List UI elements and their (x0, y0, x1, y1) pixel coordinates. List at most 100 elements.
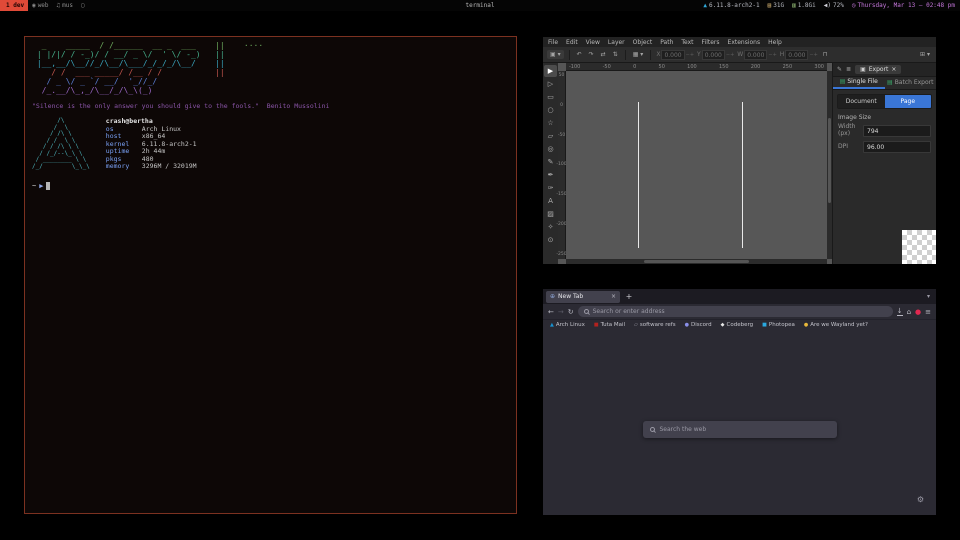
canvas-horizontal-scrollbar[interactable] (566, 259, 827, 264)
address-bar[interactable]: Search or enter address (578, 306, 893, 317)
bookmark-item[interactable]: ●Are we Wayland yet? (804, 322, 868, 328)
list-all-tabs-icon[interactable]: ▾ (927, 293, 933, 300)
bookmark-item[interactable]: ■Photopea (762, 322, 795, 328)
menu-item[interactable]: Object (633, 39, 653, 46)
bookmark-item[interactable]: ■Tuta Mail (594, 322, 625, 328)
inkscape-tool-icon[interactable]: ✧ (544, 221, 557, 233)
tab-close-icon[interactable]: × (611, 293, 616, 300)
rotate-cw-icon[interactable]: ↷ (587, 51, 596, 58)
inkscape-tool-icon[interactable]: ◎ (544, 143, 557, 155)
lock-ratio-icon[interactable]: ⊓ (821, 51, 830, 58)
inkscape-tool-icon[interactable]: ▭ (544, 91, 557, 103)
workspace-button[interactable]: ▢ (77, 0, 91, 11)
web-search-input[interactable]: Search the web (643, 421, 837, 438)
drawing-canvas[interactable] (566, 71, 827, 259)
scrollbar-thumb[interactable] (644, 260, 748, 263)
horizontal-ruler: -100-50050100150200250300 (566, 63, 827, 71)
forward-button[interactable]: → (558, 308, 564, 316)
dpi-input[interactable]: 96.00 (863, 141, 931, 153)
inkscape-tool-icon[interactable]: ☆ (544, 117, 557, 129)
screen-share-indicator-icon[interactable]: ● (915, 308, 921, 316)
snap-controls-dropdown[interactable]: ⊞ ▾ (918, 51, 932, 58)
inkscape-tool-icon[interactable]: ▶ (544, 65, 557, 77)
field-value[interactable]: 0.000 (702, 50, 725, 60)
back-button[interactable]: ← (548, 308, 554, 316)
prompt-path: ~ (32, 182, 36, 190)
inkscape-tool-icon[interactable]: A (544, 195, 557, 207)
coordinate-field[interactable]: H0.000−+ (780, 50, 818, 60)
address-input[interactable]: Search or enter address (593, 308, 665, 315)
personalize-gear-icon[interactable]: ⚙ (917, 495, 924, 504)
inkscape-tool-icon[interactable]: ○ (544, 104, 557, 116)
inkscape-tool-icon[interactable]: ✒ (544, 169, 557, 181)
status-segment: ▤31G (768, 2, 784, 9)
layers-dialog-icon[interactable]: ≣ (846, 66, 851, 73)
workspace-button[interactable]: ♫mus (53, 0, 77, 11)
coordinate-field[interactable]: W0.000−+ (737, 50, 777, 60)
canvas-vertical-scrollbar[interactable] (827, 71, 832, 259)
field-value[interactable]: 0.000 (744, 50, 767, 60)
menu-item[interactable]: File (548, 39, 558, 46)
downloads-icon[interactable]: ↓ (897, 308, 903, 316)
menu-hamburger-icon[interactable]: ≡ (925, 308, 931, 316)
status-text: Thursday, Mar 13 — 02:48 pm (857, 2, 955, 9)
inkscape-tool-icon[interactable]: ✑ (544, 182, 557, 194)
status-icon: ◀) (824, 2, 831, 9)
align-dropdown[interactable]: ▦ ▾ (631, 51, 646, 58)
rotate-ccw-icon[interactable]: ↶ (575, 51, 584, 58)
export-mode-tab[interactable]: ▤Single File (833, 77, 885, 89)
tool-options-bar: ▣ ▾ ↶ ↷ ⇄ ⇅ ▦ ▾ X0.000−+Y0.000−+W0.000−+… (543, 47, 936, 63)
field-value[interactable]: 0.000 (785, 50, 808, 60)
selection-mode-dropdown[interactable]: ▣ ▾ (547, 50, 564, 59)
reload-button[interactable]: ↻ (568, 308, 574, 316)
menu-item[interactable]: View (586, 39, 600, 46)
menu-item[interactable]: Layer (608, 39, 625, 46)
menu-item[interactable]: Help (768, 39, 782, 46)
inkscape-tool-icon[interactable]: ▱ (544, 130, 557, 142)
terminal-window[interactable]: _ _____ / /______ __ _ ___ || ···· | |/|… (24, 36, 517, 514)
menu-item[interactable]: Edit (566, 39, 578, 46)
coordinate-field[interactable]: X0.000−+ (656, 50, 694, 60)
bookmark-item[interactable]: ▲Arch Linux (550, 322, 585, 328)
export-mode-tab[interactable]: ▤Batch Export (885, 77, 937, 89)
export-area-button[interactable]: Document (838, 95, 885, 108)
close-dialog-icon[interactable]: × (891, 66, 896, 73)
menu-item[interactable]: Text (681, 39, 693, 46)
flip-horizontal-icon[interactable]: ⇄ (599, 51, 608, 58)
tools-dialog-icon[interactable]: ✎ (837, 66, 842, 73)
coordinate-field[interactable]: Y0.000−+ (697, 50, 734, 60)
new-tab-button[interactable]: + (623, 292, 635, 301)
inkscape-window: File Edit View Layer Object Path Text Filters Ex… (543, 37, 936, 264)
menu-item[interactable]: Filters (702, 39, 720, 46)
export-area-button[interactable]: Page (885, 95, 932, 108)
menu-item[interactable]: Path (660, 39, 673, 46)
field-value[interactable]: 0.000 (661, 50, 684, 60)
scrollbar-thumb[interactable] (828, 118, 831, 203)
workspace-button[interactable]: ◉web (28, 0, 52, 11)
inkscape-tool-icon[interactable]: ⊙ (544, 234, 557, 246)
status-icon: ▤ (768, 2, 772, 9)
bookmark-item[interactable]: ●Discord (685, 322, 712, 328)
fetch-value: 3296M / 32019M (142, 162, 197, 170)
inkscape-tool-icon[interactable]: ▨ (544, 208, 557, 220)
home-icon[interactable]: ⌂ (907, 308, 911, 316)
menu-item[interactable]: Extensions (728, 39, 761, 46)
flip-vertical-icon[interactable]: ⇅ (611, 51, 620, 58)
shell-prompt[interactable]: ~ ▶ (32, 182, 509, 190)
field-steppers[interactable]: −+ (686, 52, 694, 58)
workspace-button[interactable]: 1 dev (0, 0, 28, 11)
canvas-area[interactable]: -100-50050100150200250300 500-50-100-150… (558, 63, 832, 264)
width-input[interactable]: 794 (863, 125, 931, 137)
status-text: 72% (833, 2, 844, 9)
inkscape-tool-icon[interactable]: ▷ (544, 78, 557, 90)
bookmark-item[interactable]: ▱software refs (634, 322, 676, 328)
inkscape-tool-icon[interactable]: ✎ (544, 156, 557, 168)
bookmark-item[interactable]: ◆Codeberg (721, 322, 753, 328)
browser-tab[interactable]: ⊕ New Tab × (546, 291, 620, 303)
ascii-banner-line: | |/|/ / -_)/ / __/ _ \/ ' \/ -_) || (32, 50, 509, 59)
field-steppers[interactable]: −+ (768, 52, 776, 58)
field-steppers[interactable]: −+ (809, 52, 817, 58)
globe-favicon: ⊕ (550, 293, 555, 300)
field-steppers[interactable]: −+ (726, 52, 734, 58)
export-dialog-tab[interactable]: ▣ Export × (855, 65, 901, 74)
